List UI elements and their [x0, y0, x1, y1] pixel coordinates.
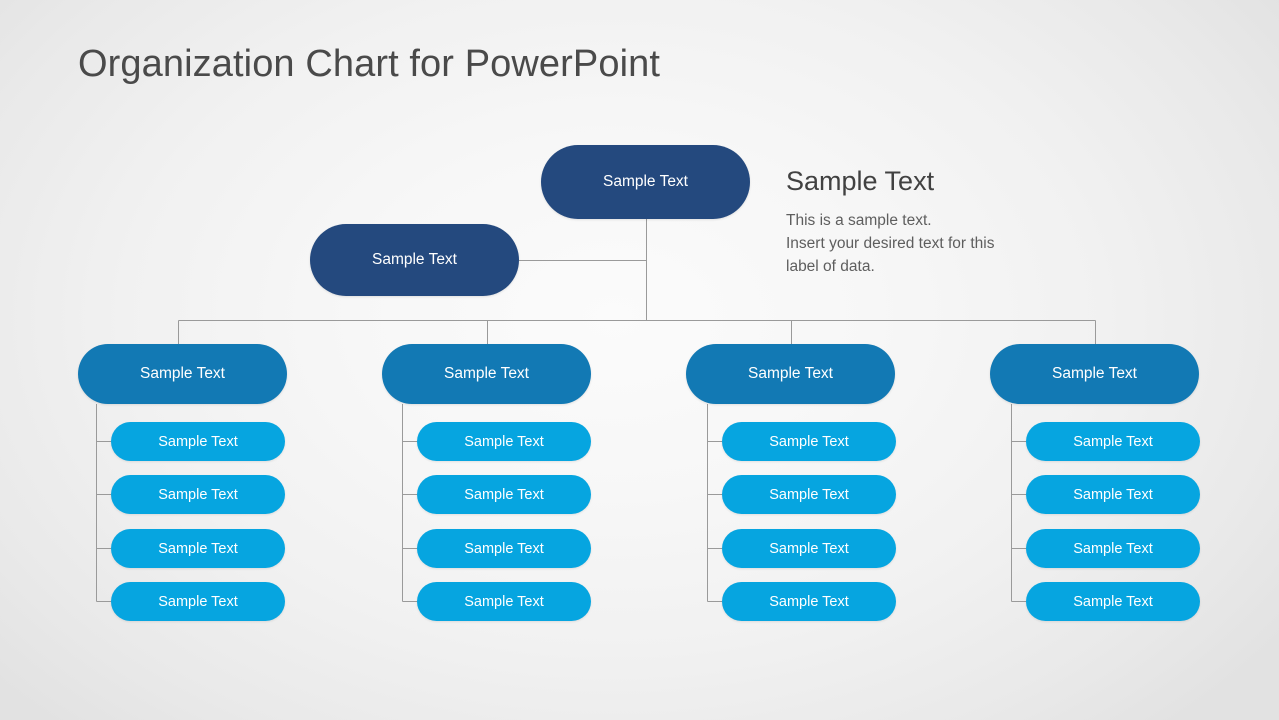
org-node-branch-2[interactable]: Sample Text [686, 344, 895, 404]
org-node-leaf-3-1[interactable]: Sample Text [1026, 475, 1200, 514]
org-node-branch-3[interactable]: Sample Text [990, 344, 1199, 404]
org-node-leaf-1-1[interactable]: Sample Text [417, 475, 591, 514]
annotation-heading: Sample Text [786, 166, 935, 196]
annotation-body-line-2: label of data. [786, 257, 875, 275]
page-title: Organization Chart for PowerPoint [78, 43, 661, 85]
org-node-leaf-3-2[interactable]: Sample Text [1026, 529, 1200, 568]
org-node-leaf-3-3[interactable]: Sample Text [1026, 582, 1200, 621]
org-node-leaf-1-0[interactable]: Sample Text [417, 422, 591, 461]
org-node-leaf-1-2[interactable]: Sample Text [417, 529, 591, 568]
org-node-top[interactable]: Sample Text [541, 145, 750, 219]
org-node-leaf-2-0[interactable]: Sample Text [722, 422, 896, 461]
org-node-leaf-2-1[interactable]: Sample Text [722, 475, 896, 514]
annotation-block: Sample Text This is a sample text. Inser… [786, 166, 1056, 278]
org-node-leaf-0-0[interactable]: Sample Text [111, 422, 285, 461]
org-node-branch-1[interactable]: Sample Text [382, 344, 591, 404]
annotation-body: This is a sample text. Insert your desir… [786, 210, 1056, 278]
org-node-leaf-2-2[interactable]: Sample Text [722, 529, 896, 568]
annotation-body-line-1: Insert your desired text for this [786, 234, 995, 252]
slide-canvas: Organization Chart for PowerPoint Sample… [0, 0, 1279, 720]
annotation-body-line-0: This is a sample text. [786, 212, 932, 230]
org-node-leaf-0-2[interactable]: Sample Text [111, 529, 285, 568]
org-node-leaf-1-3[interactable]: Sample Text [417, 582, 591, 621]
org-node-leaf-2-3[interactable]: Sample Text [722, 582, 896, 621]
org-node-leaf-3-0[interactable]: Sample Text [1026, 422, 1200, 461]
org-node-second-level[interactable]: Sample Text [310, 224, 519, 296]
org-node-leaf-0-1[interactable]: Sample Text [111, 475, 285, 514]
org-node-leaf-0-3[interactable]: Sample Text [111, 582, 285, 621]
org-node-branch-0[interactable]: Sample Text [78, 344, 287, 404]
